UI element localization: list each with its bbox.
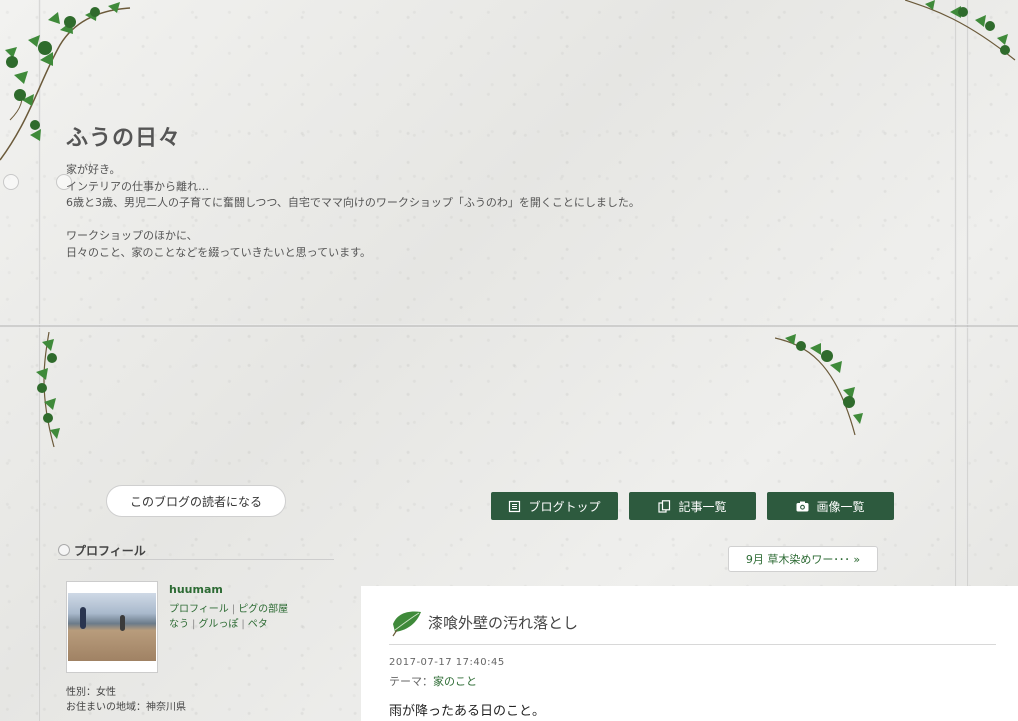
pig-room-link[interactable]: ピグの部屋 — [238, 604, 288, 615]
peta-link[interactable]: ペタ — [248, 619, 268, 630]
profile-heading: プロフィール — [74, 543, 146, 558]
blog-top-button[interactable]: ブログトップ — [491, 492, 618, 520]
group-link[interactable]: グルっぽ — [198, 619, 238, 630]
copy-icon — [658, 499, 671, 513]
profile-link[interactable]: プロフィール — [169, 604, 229, 615]
separator: | — [241, 619, 245, 630]
avatar[interactable] — [66, 581, 158, 673]
leaf-icon — [392, 611, 421, 637]
blog-header: ふうの日々 家が好き。 インテリアの仕事から離れ… 6歳と3歳、男児二人の子育て… — [66, 120, 766, 261]
ivy-decoration-mid-right — [775, 334, 863, 436]
article-card: 漆喰外壁の汚れ落とし 2017-07-17 17:40:45 テーマ：家のこと … — [361, 586, 1018, 721]
location-text: お住まいの地域：神奈川県 — [66, 702, 186, 713]
article-list-button[interactable]: 記事一覧 — [629, 492, 756, 520]
article-date: 2017-07-17 17:40:45 — [389, 657, 505, 668]
article-title[interactable]: 漆喰外壁の汚れ落とし — [428, 612, 578, 633]
blog-top-label: ブログトップ — [528, 499, 601, 514]
now-link[interactable]: なう — [169, 619, 189, 630]
blog-description: 家が好き。 インテリアの仕事から離れ… 6歳と3歳、男児二人の子育てに奮闘しつつ… — [66, 163, 640, 259]
separator: | — [192, 619, 196, 630]
separator: | — [231, 604, 236, 615]
document-icon — [509, 500, 521, 512]
gender-text: 性別：女性 — [66, 687, 116, 698]
profile-info: 性別：女性 お住まいの地域：神奈川県 — [66, 685, 186, 715]
circle-bullet-icon — [58, 544, 70, 556]
child-figure — [120, 615, 125, 631]
username-link[interactable]: huumam — [169, 583, 223, 596]
theme-label: テーマ： — [389, 675, 433, 688]
child-figure — [80, 607, 86, 629]
prev-article-button[interactable]: 9月 草木染めワー･･･ » — [728, 546, 878, 572]
decorative-circle — [3, 174, 19, 190]
ivy-decoration-top-right — [905, 0, 1016, 61]
article-body: 雨が降ったある日のこと。 — [389, 704, 546, 719]
profile-links-row: プロフィール | ピグの部屋 — [169, 602, 288, 617]
camera-icon — [796, 501, 809, 511]
profile-links: プロフィール | ピグの部屋 なう | グルっぽ | ペタ — [169, 602, 288, 632]
image-list-label: 画像一覧 — [816, 499, 865, 514]
article-theme: テーマ：家のこと — [389, 673, 477, 689]
article-list-label: 記事一覧 — [678, 499, 727, 514]
wall-seam — [0, 324, 1018, 328]
avatar-photo — [68, 593, 156, 661]
ivy-decoration-mid-left — [36, 332, 60, 448]
become-reader-button[interactable]: このブログの読者になる — [106, 485, 286, 517]
image-list-button[interactable]: 画像一覧 — [767, 492, 894, 520]
profile-links-row: なう | グルっぽ | ペタ — [169, 617, 288, 632]
profile-section-title: プロフィール — [58, 541, 334, 560]
title-divider — [389, 644, 996, 645]
blog-title[interactable]: ふうの日々 — [66, 120, 766, 152]
theme-link[interactable]: 家のこと — [433, 675, 477, 688]
